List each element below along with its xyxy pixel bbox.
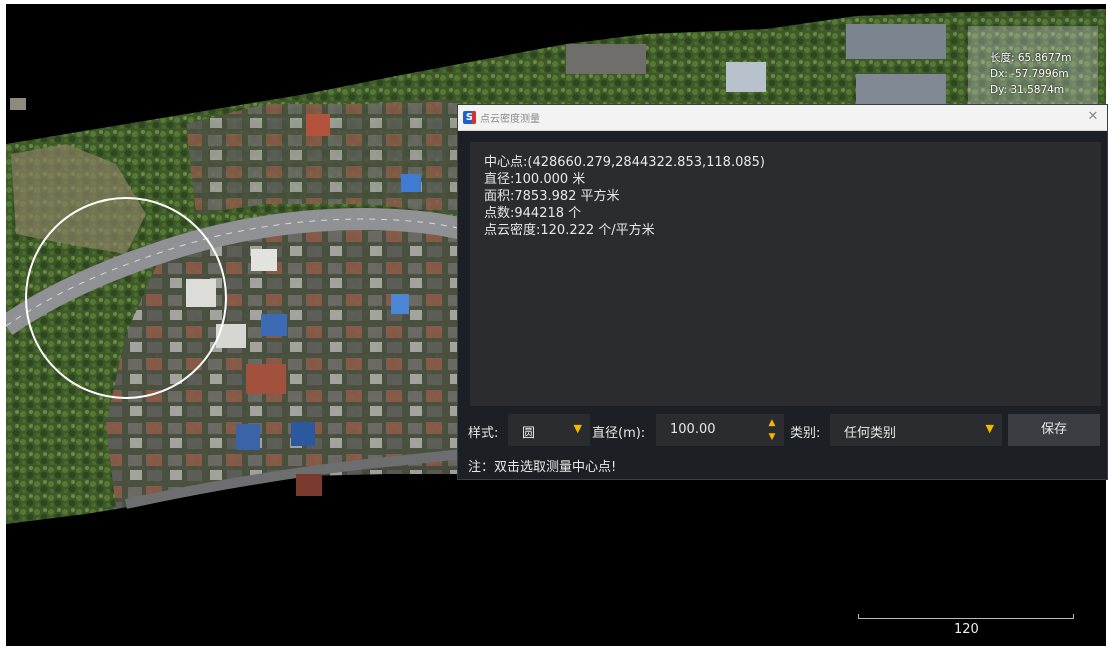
close-button[interactable]: ✕	[1085, 108, 1101, 126]
point-density-dialog: S 点云密度测量 ✕ 中心点:(428660.279,2844322.853,1…	[457, 104, 1108, 480]
dialog-titlebar[interactable]: S 点云密度测量 ✕	[458, 105, 1107, 131]
save-button[interactable]: 保存	[1008, 414, 1100, 446]
scale-label: 120	[954, 622, 979, 637]
category-value: 任何类别	[844, 426, 897, 441]
hint-note: 注：双击选取测量中心点!	[468, 460, 617, 475]
category-select[interactable]: 任何类别 ▼	[830, 414, 1002, 446]
measurement-readout: 长度: 65.8677m Dx: -57.7996m Dy: 31.5874m	[968, 26, 1098, 108]
dx-readout: Dx: -57.7996m	[990, 68, 1069, 80]
triangle-down-icon[interactable]: ▼	[766, 431, 778, 443]
result-point-count: 点数:944218 个	[484, 206, 582, 221]
result-area: 面积:7853.982 平方米	[484, 189, 620, 204]
triangle-up-icon[interactable]: ▲	[766, 417, 778, 429]
result-diameter: 直径:100.000 米	[484, 172, 586, 187]
scale-line	[858, 618, 1074, 619]
close-icon: ✕	[1087, 109, 1099, 124]
dialog-title: 点云密度测量	[480, 114, 540, 125]
scale-tick-right	[1073, 614, 1074, 619]
scale-tick-left	[858, 614, 859, 619]
dy-readout: Dy: 31.5874m	[990, 84, 1065, 96]
length-readout: 长度: 65.8677m	[990, 52, 1072, 64]
style-select[interactable]: 圆 ▼	[508, 414, 590, 446]
diameter-spinbox[interactable]: 100.00 ▲ ▼	[656, 414, 784, 446]
controls-row: 样式: 圆 ▼ 直径(m): 100.00 ▲ ▼ 类别: 任何类别 ▼ 保存	[458, 414, 1107, 446]
chevron-down-icon: ▼	[573, 422, 582, 435]
category-label: 类别:	[790, 426, 821, 441]
style-value: 圆	[522, 426, 536, 441]
chevron-down-icon: ▼	[985, 422, 994, 435]
result-center-point: 中心点:(428660.279,2844322.853,118.085)	[484, 155, 765, 170]
results-panel: 中心点:(428660.279,2844322.853,118.085) 直径:…	[470, 142, 1101, 406]
app-logo-icon: S	[463, 111, 476, 124]
style-label: 样式:	[468, 426, 499, 441]
diameter-value: 100.00	[670, 422, 716, 437]
result-density: 点云密度:120.222 个/平方米	[484, 223, 655, 238]
diameter-label: 直径(m):	[592, 426, 646, 441]
